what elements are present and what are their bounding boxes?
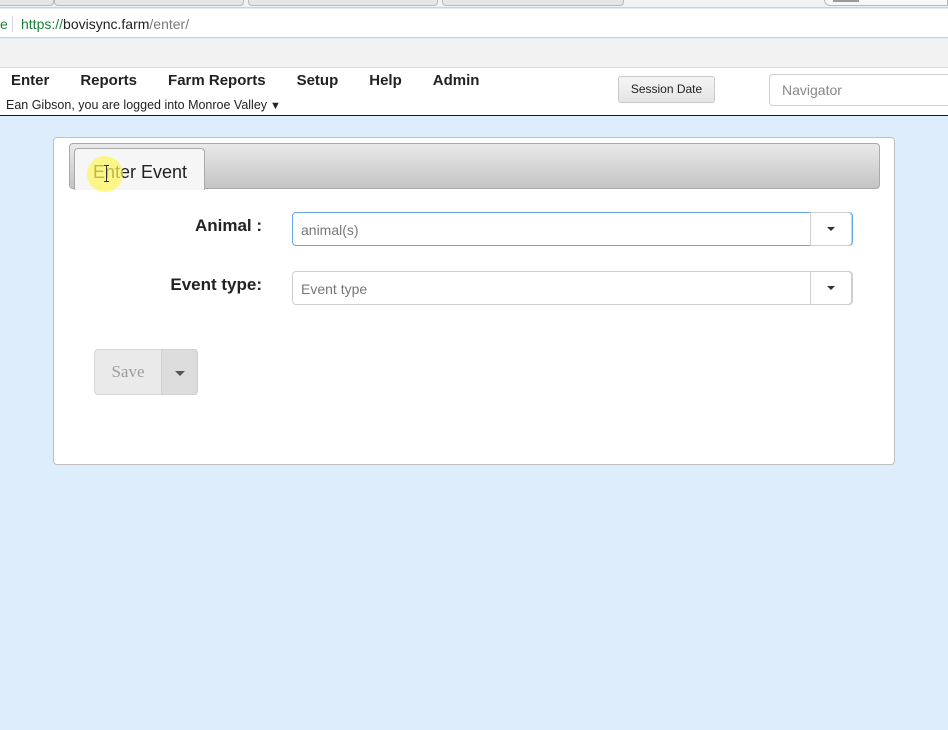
browser-tab[interactable]	[0, 0, 54, 6]
menu-item-enter[interactable]: Enter	[0, 72, 60, 90]
browser-window-control[interactable]	[824, 0, 948, 6]
caret-down-icon	[827, 286, 835, 290]
address-bar[interactable]: e https://bovisync.farm/enter/	[0, 9, 948, 38]
tab-bar: Enter Event	[69, 143, 880, 190]
animal-dropdown-button[interactable]	[810, 212, 852, 246]
main-menu: Enter Reports Farm Reports Setup Help Ad…	[0, 72, 499, 90]
user-login-text: Ean Gibson, you are logged into Monroe V…	[6, 98, 268, 112]
animal-label: Animal :	[194, 216, 262, 235]
secure-indicator: e	[0, 16, 8, 32]
save-button-group: Save	[94, 349, 199, 395]
animal-input[interactable]: animal(s)	[301, 222, 359, 238]
menu-item-farm-reports[interactable]: Farm Reports	[157, 72, 277, 90]
menu-item-reports[interactable]: Reports	[69, 72, 148, 90]
caret-down-icon	[827, 227, 835, 231]
url-host: bovisync.farm	[63, 16, 150, 32]
event-type-dropdown-button[interactable]	[810, 271, 852, 305]
navigator-input[interactable]: Navigator	[769, 74, 948, 106]
menu-item-setup[interactable]: Setup	[286, 72, 350, 90]
menu-item-help[interactable]: Help	[358, 72, 413, 90]
session-date-button[interactable]: Session Date	[618, 76, 715, 103]
menu-item-admin[interactable]: Admin	[422, 72, 491, 90]
bookmarks-bar	[0, 39, 948, 68]
enter-event-panel: Enter Event Animal : animal(s) Event typ…	[53, 137, 895, 465]
browser-tab[interactable]	[442, 0, 624, 6]
event-type-combobox[interactable]: Event type	[292, 271, 853, 305]
app-header: Enter Reports Farm Reports Setup Help Ad…	[0, 68, 948, 116]
browser-tab-strip	[0, 0, 948, 8]
url-text[interactable]: https://bovisync.farm/enter/	[21, 16, 189, 32]
event-type-input[interactable]: Event type	[301, 281, 367, 297]
save-button[interactable]: Save	[94, 349, 162, 395]
url-scheme: https://	[21, 16, 64, 32]
url-path: /enter/	[149, 16, 190, 32]
browser-tab[interactable]	[248, 0, 438, 6]
text-cursor-icon	[104, 165, 110, 182]
caret-down-icon	[175, 371, 185, 376]
animal-combobox[interactable]: animal(s)	[292, 212, 853, 246]
event-type-label: Event type:	[170, 275, 262, 294]
user-login-status[interactable]: Ean Gibson, you are logged into Monroe V…	[6, 98, 281, 112]
address-divider	[12, 16, 13, 32]
save-options-dropdown[interactable]	[161, 349, 198, 395]
minimize-icon	[833, 0, 859, 2]
caret-down-icon: ▼	[270, 100, 281, 112]
browser-tab[interactable]	[54, 0, 244, 6]
